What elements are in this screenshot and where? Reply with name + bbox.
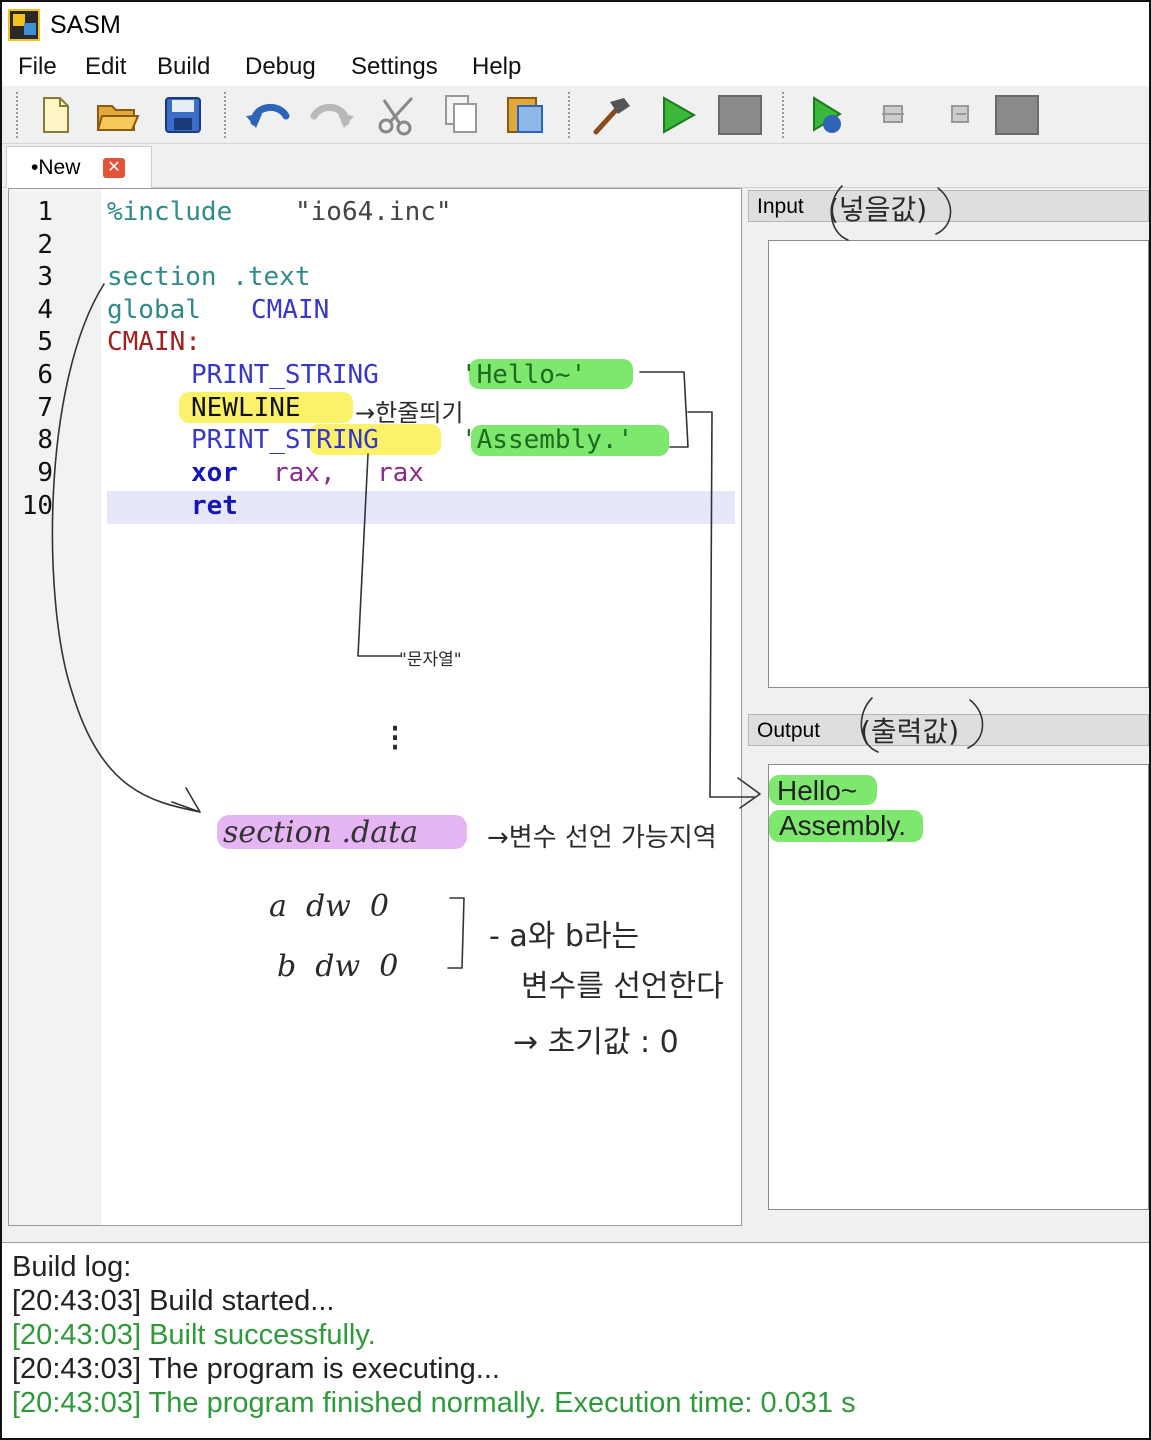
line-number: 4 [37, 295, 53, 325]
log-timestamp: [20:43:03] [12, 1285, 141, 1317]
menu-debug[interactable]: Debug [245, 53, 316, 81]
annotation-input-note: (넣을값) [828, 193, 928, 226]
build-hammer-icon[interactable] [588, 92, 634, 138]
build-log-entry: [20:43:03] Build started... [12, 1285, 334, 1318]
input-panel-header: Input [748, 190, 1149, 222]
build-log-entry: [20:43:03] Built successfully. [12, 1319, 376, 1352]
code-global-name: CMAIN [251, 295, 330, 325]
tab-new-file[interactable]: •New ✕ [6, 146, 152, 188]
code-xor: xor [191, 458, 238, 488]
line-number: 2 [37, 230, 53, 260]
debug-stop-icon[interactable] [994, 92, 1040, 138]
log-message: The program is executing... [148, 1353, 500, 1385]
annotation-var-note-3: → 초기값 : 0 [513, 1025, 679, 1060]
output-line: Assembly. [779, 810, 907, 841]
open-folder-icon[interactable] [94, 92, 140, 138]
paste-icon[interactable] [502, 92, 548, 138]
code-newline: NEWLINE [191, 393, 301, 423]
code-ret: ret [191, 491, 238, 521]
code-section-text: section .text [107, 262, 311, 292]
code-rax-1: rax, [273, 458, 336, 488]
input-textarea[interactable] [768, 240, 1149, 688]
copy-icon[interactable] [438, 92, 484, 138]
annotation-dots: ⁝ [389, 716, 402, 760]
stop-icon[interactable] [716, 92, 762, 138]
undo-icon[interactable] [244, 92, 290, 138]
line-number: 9 [37, 458, 53, 488]
code-editor[interactable]: 1 2 3 4 5 6 7 8 9 10 %include "io64.inc"… [8, 188, 742, 1226]
toolbar-separator [782, 92, 785, 138]
debug-icon[interactable] [806, 92, 852, 138]
save-icon[interactable] [160, 92, 206, 138]
line-number: 6 [37, 360, 53, 390]
tab-close-icon[interactable]: ✕ [103, 158, 125, 178]
code-print-string-1: PRINT_STRING [191, 360, 379, 390]
cut-icon[interactable] [374, 92, 420, 138]
line-number: 7 [37, 393, 53, 423]
sasm-app-icon [8, 9, 40, 41]
menu-help[interactable]: Help [472, 53, 521, 81]
line-number: 8 [37, 425, 53, 455]
annotation-var-note-2: 변수를 선언한다 [521, 969, 724, 1004]
title-bar: SASM [2, 2, 1149, 48]
line-number: 1 [37, 197, 53, 227]
toolbar-separator [16, 92, 19, 138]
redo-icon[interactable] [310, 92, 356, 138]
code-global: global [107, 295, 201, 325]
build-log-panel[interactable]: Build log: [20:43:03] Build started... [… [2, 1242, 1149, 1438]
output-label: Output [757, 719, 821, 742]
toolbar-separator [224, 92, 227, 138]
annotation-string-note: "문자열" [399, 650, 462, 670]
input-label: Input [757, 195, 804, 218]
annotation-section-data: section .data [223, 815, 419, 850]
line-number: 3 [37, 262, 53, 292]
log-timestamp: [20:43:03] [12, 1387, 141, 1419]
step-over-icon[interactable] [936, 92, 982, 138]
toolbar [2, 86, 1149, 144]
annotation-var-note-1: - a와 b라는 [489, 919, 640, 954]
code-include-directive: %include [107, 197, 233, 227]
code-print-string-2: PRINT_STRING [191, 425, 379, 455]
output-line: Hello~ [777, 775, 858, 806]
log-message: Built successfully. [149, 1319, 376, 1351]
new-file-icon[interactable] [32, 92, 78, 138]
annotation-var-b: b dw 0 [277, 949, 399, 984]
build-log-entry: [20:43:03] The program is executing... [12, 1353, 500, 1386]
log-timestamp: [20:43:03] [12, 1319, 141, 1351]
line-number-gutter: 1 2 3 4 5 6 7 8 9 10 [9, 189, 101, 1225]
code-string-assembly: 'Assembly.' [461, 425, 634, 455]
build-log-entry: [20:43:03] The program finished normally… [12, 1387, 856, 1420]
log-message: Build started... [149, 1285, 335, 1317]
menu-edit[interactable]: Edit [85, 53, 126, 81]
menu-build[interactable]: Build [157, 53, 210, 81]
tab-label: •New [31, 156, 81, 179]
code-string-hello: 'Hello~' [461, 360, 587, 390]
toolbar-separator [568, 92, 571, 138]
code-label-cmain: CMAIN: [107, 327, 201, 357]
sasm-window: SASM File Edit Build Debug Settings Help [0, 0, 1151, 1440]
step-into-icon[interactable] [870, 92, 916, 138]
window-title: SASM [50, 11, 121, 39]
output-textarea[interactable]: Hello~ Assembly. [768, 764, 1149, 1210]
log-timestamp: [20:43:03] [12, 1353, 141, 1385]
tab-bar: •New ✕ [2, 144, 1149, 188]
line-number: 10 [21, 491, 53, 521]
menu-bar: File Edit Build Debug Settings Help [2, 48, 1149, 86]
line-number: 5 [37, 327, 53, 357]
annotation-newline-note: →한줄띄기 [355, 399, 464, 427]
code-include-file: "io64.inc" [295, 197, 452, 227]
log-message: The program finished normally. Execution… [148, 1387, 856, 1419]
menu-settings[interactable]: Settings [351, 53, 438, 81]
annotation-var-a: a dw 0 [269, 889, 389, 924]
build-log-title: Build log: [12, 1251, 132, 1283]
annotation-section-data-note: →변수 선언 가능지역 [487, 823, 717, 853]
code-rax-2: rax [377, 458, 424, 488]
annotation-output-note: (출력값) [860, 715, 960, 748]
run-icon[interactable] [654, 92, 700, 138]
menu-file[interactable]: File [18, 53, 57, 81]
